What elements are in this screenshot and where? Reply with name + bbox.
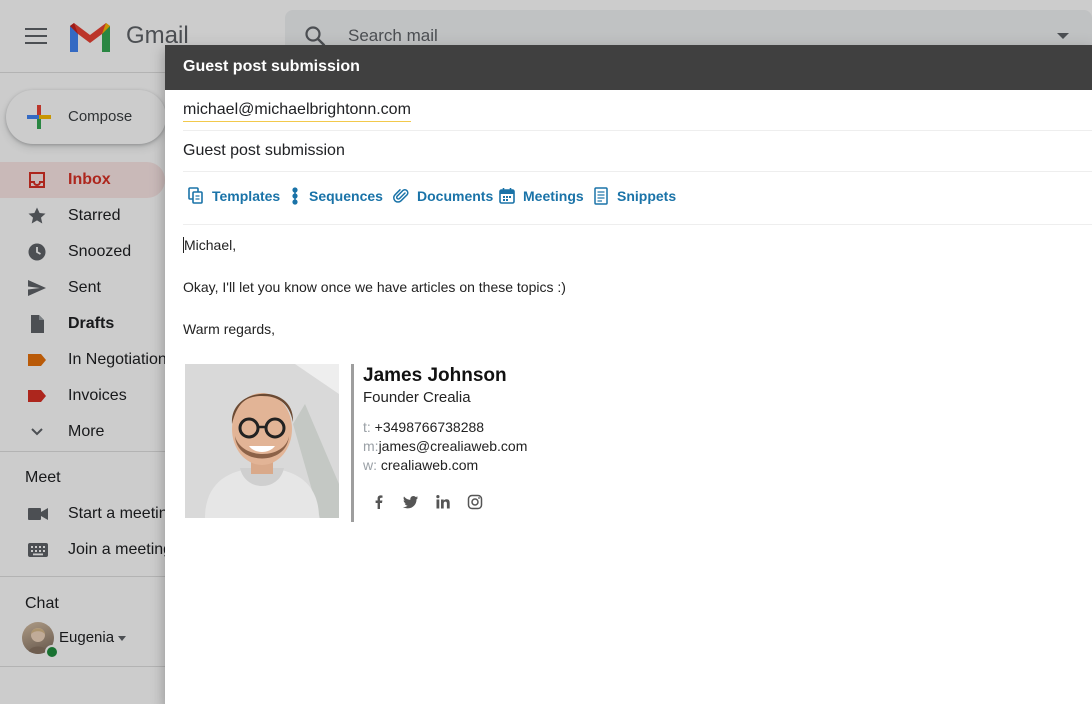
- compose-header[interactable]: Guest post submission: [165, 45, 1092, 90]
- snippets-button[interactable]: Snippets: [593, 186, 676, 206]
- signature-photo: [185, 364, 339, 518]
- sequences-label: Sequences: [309, 188, 383, 204]
- body-line: Okay, I'll let you know once we have art…: [183, 279, 566, 295]
- templates-button[interactable]: Templates: [188, 186, 280, 206]
- signature-email: m:james@crealiaweb.com: [363, 438, 527, 454]
- extension-toolbar: Templates Sequences Documents Meetings S…: [183, 171, 1092, 225]
- documents-button[interactable]: Documents: [393, 186, 493, 206]
- signature-email-value[interactable]: james@crealiaweb.com: [379, 438, 528, 454]
- compose-window: Guest post submission michael@michaelbri…: [165, 45, 1092, 704]
- signature-web-key: w:: [363, 457, 377, 473]
- compose-title: Guest post submission: [183, 58, 360, 75]
- signature-name: James Johnson: [363, 365, 507, 386]
- paperclip-icon: [393, 189, 409, 203]
- signature-phone-value: +3498766738288: [374, 419, 485, 435]
- to-field[interactable]: michael@michaelbrightonn.com: [183, 90, 1092, 131]
- body-greeting: Michael,: [183, 237, 236, 253]
- templates-label: Templates: [212, 188, 281, 204]
- documents-label: Documents: [417, 188, 494, 204]
- signature-web: w: crealiaweb.com: [363, 457, 478, 473]
- calendar-icon: [499, 188, 515, 204]
- subject-text: Guest post submission: [183, 142, 345, 159]
- sequences-icon: [292, 187, 298, 205]
- facebook-icon[interactable]: [371, 494, 387, 510]
- body-closing: Warm regards,: [183, 321, 276, 337]
- meetings-button[interactable]: Meetings: [499, 186, 584, 206]
- subject-field[interactable]: Guest post submission: [183, 131, 1092, 172]
- sequences-button[interactable]: Sequences: [289, 186, 383, 206]
- signature-divider: [351, 364, 354, 522]
- meetings-label: Meetings: [523, 188, 584, 204]
- instagram-icon[interactable]: [467, 494, 483, 510]
- signature-phone: t: +3498766738288: [363, 419, 484, 435]
- snippets-label: Snippets: [617, 188, 677, 204]
- recipient-chip[interactable]: michael@michaelbrightonn.com: [183, 101, 411, 122]
- twitter-icon[interactable]: [403, 494, 419, 510]
- greeting-text: Michael,: [184, 237, 237, 253]
- signature-email-key: m:: [363, 438, 379, 454]
- linkedin-icon[interactable]: [435, 494, 451, 510]
- signature-web-value[interactable]: crealiaweb.com: [381, 457, 478, 473]
- signature-role: Founder Crealia: [363, 389, 471, 406]
- templates-icon: [188, 187, 203, 204]
- snippets-icon: [594, 187, 608, 205]
- signature-phone-key: t:: [363, 419, 371, 435]
